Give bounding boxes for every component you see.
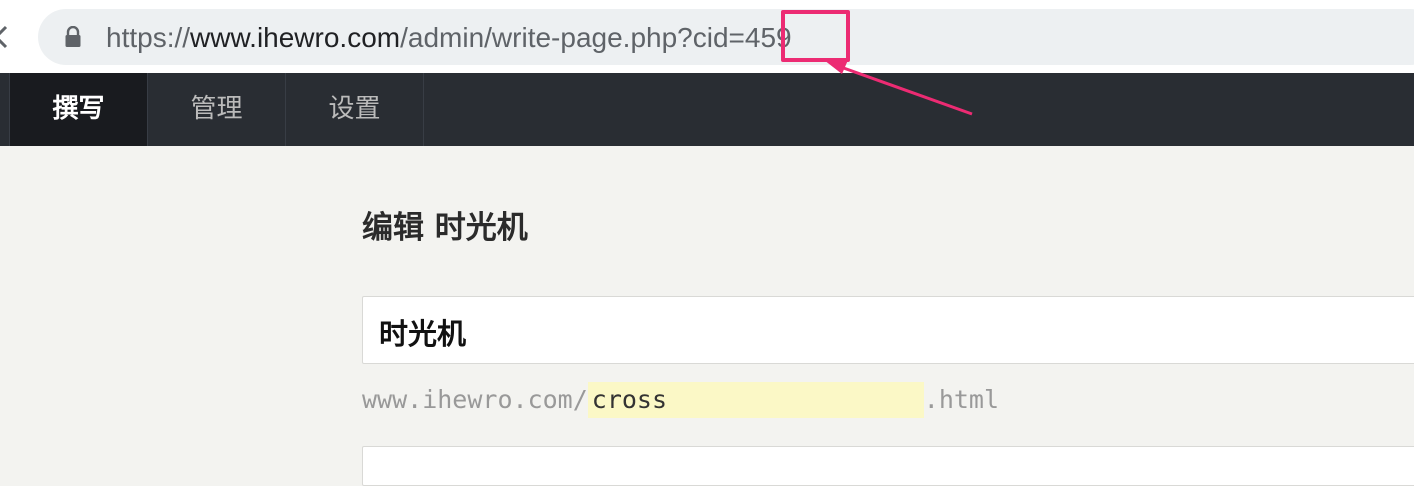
title-input-value: 时光机 (379, 317, 467, 351)
permalink-row: www.ihewro.com/cross .html (362, 382, 999, 418)
back-arrow-icon[interactable] (0, 24, 14, 50)
slug-prefix: www.ihewro.com/ (362, 385, 588, 414)
page-title: 编辑 时光机 (362, 210, 528, 246)
content-editor[interactable] (362, 446, 1414, 486)
nav-item-settings[interactable]: 设置 (286, 73, 424, 146)
url-path: /admin/write-page.php?cid= (400, 22, 745, 53)
annotation-highlight-box (781, 10, 850, 62)
browser-toolbar: https://www.ihewro.com/admin/write-page.… (0, 0, 1414, 73)
url-host: www.ihewro.com (190, 22, 401, 53)
slug-input[interactable]: cross (587, 382, 924, 418)
url-text[interactable]: https://www.ihewro.com/admin/write-page.… (106, 18, 792, 58)
nav-item-manage[interactable]: 管理 (148, 73, 286, 146)
nav-edge-divider (0, 73, 10, 146)
admin-nav-bar: 撰写 管理 设置 (0, 73, 1414, 146)
title-input[interactable]: 时光机 (362, 296, 1414, 364)
nav-item-write[interactable]: 撰写 (10, 73, 148, 146)
url-scheme: https:// (106, 22, 191, 53)
slug-suffix: .html (923, 385, 1000, 414)
lock-icon[interactable] (64, 26, 82, 48)
